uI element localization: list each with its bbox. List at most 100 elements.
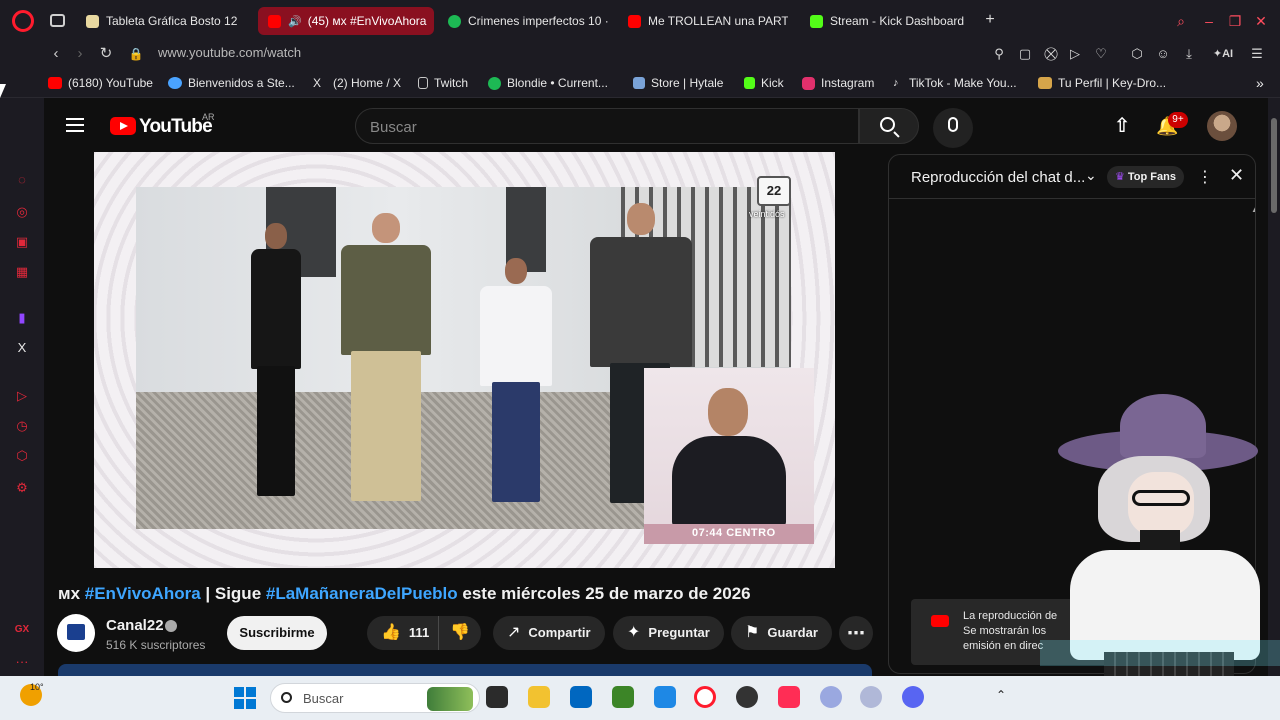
adblock-icon[interactable]: ⛒ bbox=[1042, 45, 1060, 63]
profile-icon[interactable]: ☺ bbox=[1154, 45, 1172, 63]
bookmark-keydrop[interactable]: Tu Perfil | Key-Dro... bbox=[1038, 75, 1166, 91]
youtube-logo-icon[interactable] bbox=[110, 117, 136, 135]
bookmark-tiktok[interactable]: ♪ TikTok - Make You... bbox=[893, 75, 1017, 91]
save-button[interactable]: ⚑ Guardar bbox=[731, 616, 832, 650]
sign-language-interpreter bbox=[644, 368, 814, 544]
audio-icon[interactable]: 🔊 bbox=[288, 15, 302, 28]
bookmark-instagram[interactable]: Instagram bbox=[802, 75, 874, 91]
tab-envivoahora[interactable]: 🔊 (45) ᴍx #EnVivoAhora bbox=[258, 7, 434, 35]
more-actions-button[interactable]: ⋯ bbox=[839, 616, 873, 650]
subscribe-button[interactable]: Suscribirme bbox=[227, 616, 327, 650]
new-tab-icon[interactable]: + bbox=[982, 12, 998, 28]
tab-crimenes[interactable]: Crimenes imperfectos 10 · bbox=[438, 7, 610, 35]
channel-name[interactable]: Canal22 bbox=[106, 617, 164, 634]
maximize-icon[interactable]: ❐ bbox=[1226, 12, 1244, 30]
tiktok-live-icon[interactable] bbox=[778, 686, 800, 708]
settings-icon[interactable]: ⚙ bbox=[14, 480, 30, 496]
extensions-sidebar-icon[interactable]: ⬡ bbox=[14, 448, 30, 464]
store-icon[interactable] bbox=[570, 686, 592, 708]
photos-icon[interactable] bbox=[654, 686, 676, 708]
bookmarks-overflow-icon[interactable]: » bbox=[1256, 75, 1264, 91]
windows-logo-tile bbox=[246, 699, 256, 709]
app-icon[interactable] bbox=[820, 686, 842, 708]
bookmark-youtube[interactable]: (6180) YouTube bbox=[48, 75, 153, 91]
reload-icon[interactable]: ↻ bbox=[96, 44, 116, 64]
broadcast-time: 07:44 CENTRO bbox=[692, 527, 776, 539]
wallet-icon[interactable]: ▣ bbox=[14, 234, 30, 250]
like-button[interactable]: 👍 111 bbox=[367, 616, 439, 650]
youtube-logo-text[interactable]: YouTube bbox=[139, 116, 213, 138]
bookmark-kick[interactable]: Kick bbox=[744, 75, 784, 91]
taskbar-search[interactable]: Buscar bbox=[270, 683, 480, 713]
file-explorer-icon[interactable] bbox=[528, 686, 550, 708]
bookmark-twitch[interactable]: Twitch bbox=[418, 75, 468, 91]
top-fans-badge[interactable]: ♛ Top Fans bbox=[1107, 166, 1184, 188]
video-player[interactable]: 07:44 CENTRO 22 veintidós bbox=[94, 152, 835, 568]
obs-icon[interactable] bbox=[736, 686, 758, 708]
chevron-down-icon[interactable]: ⌄ bbox=[1085, 167, 1097, 184]
sidebar-more-icon[interactable]: ··· bbox=[14, 654, 30, 670]
opera-gx-icon[interactable] bbox=[694, 686, 716, 708]
description-box[interactable] bbox=[58, 664, 872, 676]
close-window-icon[interactable]: ✕ bbox=[1252, 12, 1270, 30]
upload-icon[interactable]: ⇧ bbox=[1112, 116, 1132, 136]
avatar[interactable] bbox=[1207, 111, 1237, 141]
player-icon[interactable]: ▷ bbox=[1066, 45, 1084, 63]
minimize-icon[interactable]: – bbox=[1200, 12, 1218, 30]
channel-bug-caption: veintidós bbox=[749, 209, 785, 219]
app-icon[interactable] bbox=[860, 686, 882, 708]
task-view-icon[interactable] bbox=[486, 686, 508, 708]
opera-logo-icon[interactable] bbox=[12, 10, 34, 32]
search-input[interactable] bbox=[370, 117, 840, 137]
dislike-button[interactable]: 👎 bbox=[439, 616, 481, 650]
forward-icon[interactable]: › bbox=[70, 44, 90, 64]
bookmark-steam[interactable]: Bienvenidos a Ste... bbox=[168, 75, 295, 91]
search-box[interactable] bbox=[355, 108, 859, 144]
twitch-icon[interactable]: ▮ bbox=[14, 310, 30, 326]
ai-button[interactable]: ✦AI bbox=[1206, 45, 1240, 63]
hashtag-link[interactable]: #LaMañaneraDelPueblo bbox=[266, 584, 458, 603]
search-button[interactable] bbox=[859, 108, 919, 144]
tab-search-icon[interactable]: ⌕ bbox=[1172, 12, 1190, 30]
gx-icon[interactable]: GX bbox=[14, 622, 30, 638]
lock-icon[interactable]: 🔒 bbox=[126, 44, 146, 64]
tab-kick-dashboard[interactable]: Stream - Kick Dashboard bbox=[800, 7, 972, 35]
channel-avatar[interactable] bbox=[57, 614, 95, 652]
close-icon[interactable]: ✕ bbox=[1229, 165, 1244, 186]
tab-trollean[interactable]: Me TROLLEAN una PARTI bbox=[618, 7, 788, 35]
download-icon[interactable]: ⤓ bbox=[1180, 45, 1198, 63]
hashtag-link[interactable]: #EnVivoAhora bbox=[85, 584, 201, 603]
tray-overflow-icon[interactable]: ⌃ bbox=[996, 688, 1006, 702]
chat-scroll-up-icon[interactable]: ▲ bbox=[1251, 205, 1255, 214]
snapshot-icon[interactable]: ▢ bbox=[1016, 45, 1034, 63]
chat-title[interactable]: Reproducción del chat d... bbox=[911, 169, 1085, 186]
discord-icon[interactable] bbox=[902, 686, 924, 708]
messenger-icon[interactable]: ▦ bbox=[14, 264, 30, 280]
tab-overview-icon[interactable] bbox=[50, 14, 65, 27]
ai-icon: ✦ bbox=[1212, 48, 1223, 60]
aria-icon[interactable]: ◌ bbox=[14, 172, 30, 188]
person-body bbox=[341, 245, 431, 355]
share-button[interactable]: ↗ Compartir bbox=[493, 616, 605, 650]
easy-setup-icon[interactable]: ☰ bbox=[1248, 45, 1266, 63]
back-icon[interactable]: ‹ bbox=[46, 44, 66, 64]
url-field[interactable]: www.youtube.com/watch bbox=[158, 45, 301, 60]
player-sidebar-icon[interactable]: ▷ bbox=[14, 388, 30, 404]
chat-menu-icon[interactable]: ⋮ bbox=[1197, 167, 1213, 187]
favorites-icon[interactable]: ♡ bbox=[1092, 45, 1110, 63]
extensions-icon[interactable]: ⬡ bbox=[1128, 45, 1146, 63]
bookmark-hytale[interactable]: Store | Hytale bbox=[633, 75, 723, 91]
history-icon[interactable]: ◷ bbox=[14, 418, 30, 434]
ask-button[interactable]: ✦ Preguntar bbox=[613, 616, 724, 650]
bookmark-x[interactable]: X (2) Home / X bbox=[313, 75, 401, 91]
start-button[interactable] bbox=[234, 687, 256, 709]
x-sidebar-icon[interactable]: X bbox=[14, 340, 30, 356]
minecraft-icon[interactable] bbox=[612, 686, 634, 708]
tab-bosto[interactable]: Tableta Gráfica Bosto 12 bbox=[76, 7, 246, 35]
scrollbar-thumb[interactable] bbox=[1271, 118, 1277, 213]
menu-icon[interactable] bbox=[66, 118, 84, 132]
bot-icon[interactable]: ◎ bbox=[14, 204, 30, 220]
pin-icon[interactable]: ⚲ bbox=[990, 45, 1008, 63]
bookmark-blondie[interactable]: Blondie • Current... bbox=[488, 75, 608, 91]
voice-search-button[interactable] bbox=[933, 108, 973, 148]
